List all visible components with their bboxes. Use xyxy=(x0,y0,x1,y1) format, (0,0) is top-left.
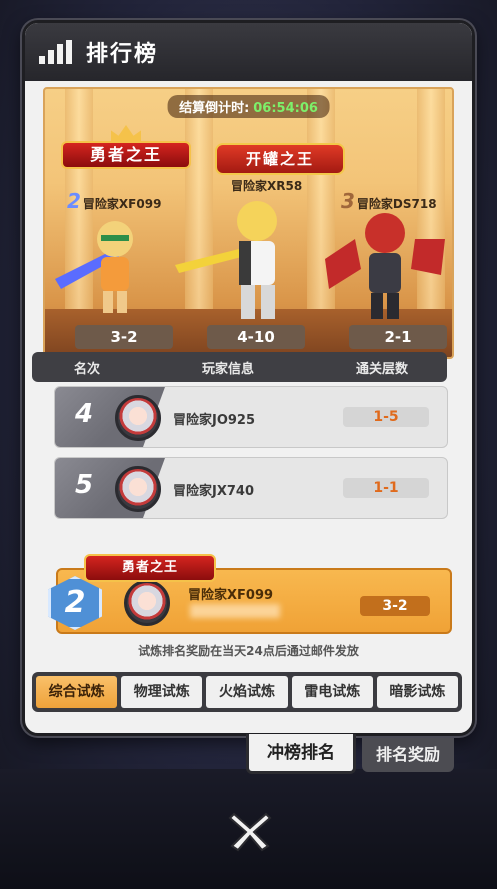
podium: 结算倒计时: 06:54:06 勇者之王 开罐之王 冒险家XR58 2 冒险家XF0… xyxy=(43,87,454,359)
header-floor: 通关层数 xyxy=(356,361,409,377)
tab-rank-race[interactable]: 冲榜排名 xyxy=(246,734,356,774)
countdown-timer: 结算倒计时: 06:54:06 xyxy=(167,95,330,118)
my-rank-number: 2 xyxy=(48,576,102,630)
reward-note: 试炼排名奖励在当天24点后通过邮件发放 xyxy=(138,644,359,658)
my-floor: 3-2 xyxy=(360,596,430,616)
first-place-character[interactable] xyxy=(175,189,325,329)
my-player-name: 冒险家XF099 xyxy=(188,588,274,603)
tab-shadow-trial[interactable]: 暗影试炼 xyxy=(376,676,459,708)
table-row[interactable]: 5 冒险家JX740 1-1 xyxy=(54,457,448,519)
avatar xyxy=(115,395,161,441)
row-rank: 5 xyxy=(75,470,94,500)
trial-tabs: 综合试炼 物理试炼 火焰试炼 雷电试炼 暗影试炼 xyxy=(32,672,462,712)
row-rank: 4 xyxy=(75,399,94,429)
bar-chart-icon xyxy=(39,40,72,64)
brave-king-label: 勇者之王 xyxy=(61,141,191,169)
tab-rank-reward[interactable]: 排名奖励 xyxy=(362,738,454,772)
first-place-score: 4-10 xyxy=(207,325,305,349)
third-place-score: 2-1 xyxy=(349,325,447,349)
timer-label: 结算倒计时: xyxy=(179,101,250,116)
tab-fire-trial[interactable]: 火焰试炼 xyxy=(206,676,288,708)
second-place-score: 3-2 xyxy=(75,325,173,349)
tab-physical-trial[interactable]: 物理试炼 xyxy=(121,676,203,708)
panel-title: 排行榜 xyxy=(86,42,159,67)
row-floor: 1-1 xyxy=(343,478,429,498)
table-header: 名次 玩家信息 通关层数 xyxy=(32,352,447,382)
blurred-guild-text xyxy=(190,604,280,618)
close-icon[interactable] xyxy=(226,804,274,852)
brave-king-badge: 勇者之王 xyxy=(45,125,217,177)
row-player-name: 冒险家JO925 xyxy=(173,413,256,428)
row-player-name: 冒险家JX740 xyxy=(173,484,254,499)
third-place-character[interactable] xyxy=(315,199,454,329)
table-row[interactable]: 4 冒险家JO925 1-5 xyxy=(54,386,448,448)
can-king-badge: 开罐之王 xyxy=(215,143,345,175)
second-place-character[interactable] xyxy=(55,209,175,329)
row-floor: 1-5 xyxy=(343,407,429,427)
header-player: 玩家信息 xyxy=(202,361,255,377)
timer-value: 06:54:06 xyxy=(253,101,318,116)
panel-header: 排行榜 xyxy=(25,23,472,81)
tab-thunder-trial[interactable]: 雷电试炼 xyxy=(291,676,373,708)
header-rank: 名次 xyxy=(74,361,101,377)
tab-overall-trial[interactable]: 综合试炼 xyxy=(36,676,118,708)
my-title-badge: 勇者之王 xyxy=(84,554,216,582)
avatar xyxy=(115,466,161,512)
my-avatar xyxy=(124,580,170,626)
